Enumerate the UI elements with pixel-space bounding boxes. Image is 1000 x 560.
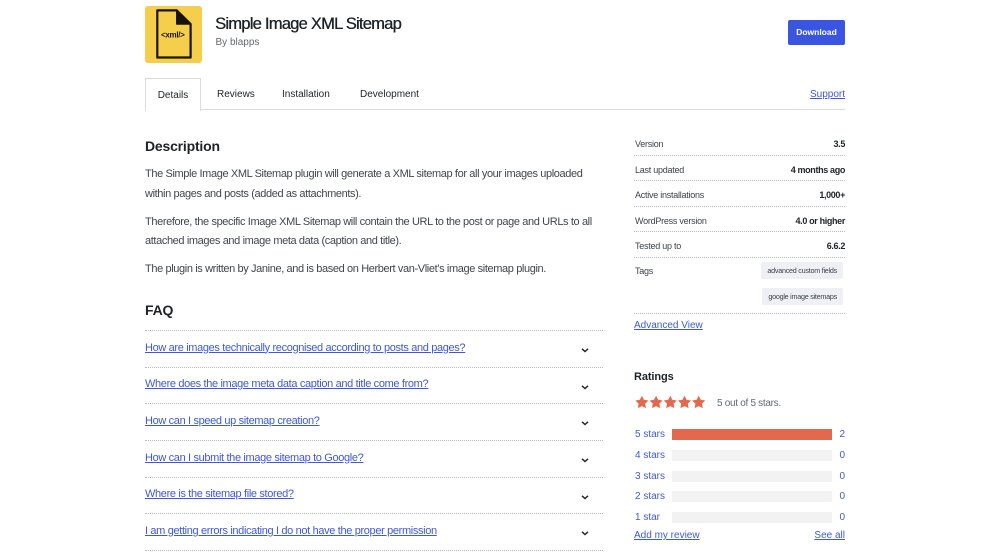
- svg-text:<xml/>: <xml/>: [161, 31, 185, 40]
